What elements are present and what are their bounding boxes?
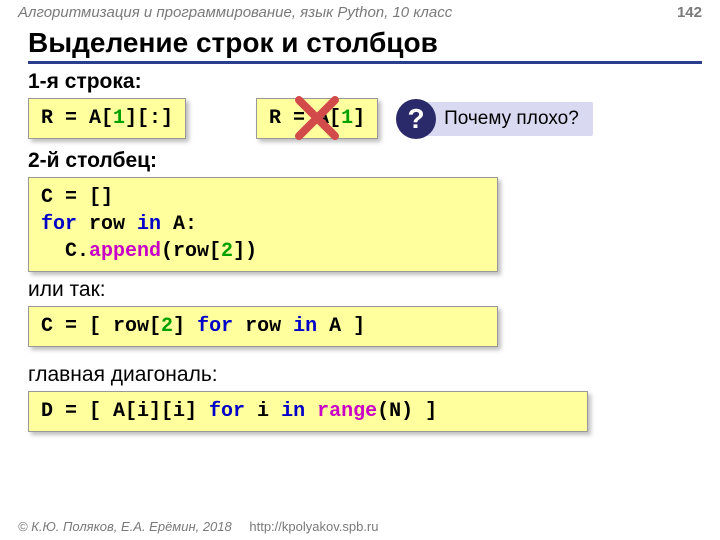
- code-row-noslice: R = A[1]: [256, 98, 378, 139]
- question-bubble: ? Почему плохо?: [396, 99, 593, 139]
- footer-url: http://kpolyakov.spb.ru: [249, 519, 378, 534]
- slide-content: 1-я строка: R = A[1][:] R = A[1] ? Почем…: [0, 70, 720, 432]
- slide-footer: © К.Ю. Поляков, Е.А. Ерёмин, 2018 http:/…: [18, 519, 378, 534]
- copyright: © К.Ю. Поляков, Е.А. Ерёмин, 2018: [18, 519, 232, 534]
- page-number: 142: [677, 4, 702, 21]
- question-text: Почему плохо?: [422, 102, 593, 136]
- code-diagonal: D = [ A[i][i] for i in range(N) ]: [28, 391, 588, 432]
- slide-title: Выделение строк и столбцов: [28, 27, 702, 64]
- label-first-row: 1-я строка:: [28, 70, 692, 94]
- code-column-comprehension: C = [ row[2] for row in A ]: [28, 306, 498, 347]
- course-title: Алгоритмизация и программирование, язык …: [18, 4, 452, 21]
- label-second-col: 2-й столбец:: [28, 149, 692, 173]
- label-diagonal: главная диагональ:: [28, 363, 692, 387]
- question-mark-icon: ?: [396, 99, 436, 139]
- code-column-loop: C = [] for row in A: C.append(row[2]): [28, 177, 498, 272]
- code-row-slice: R = A[1][:]: [28, 98, 186, 139]
- label-or: или так:: [28, 278, 692, 302]
- slide-header: Алгоритмизация и программирование, язык …: [0, 0, 720, 21]
- bad-example-wrap: R = A[1]: [256, 98, 378, 139]
- row-examples: R = A[1][:] R = A[1] ? Почему плохо?: [28, 98, 692, 139]
